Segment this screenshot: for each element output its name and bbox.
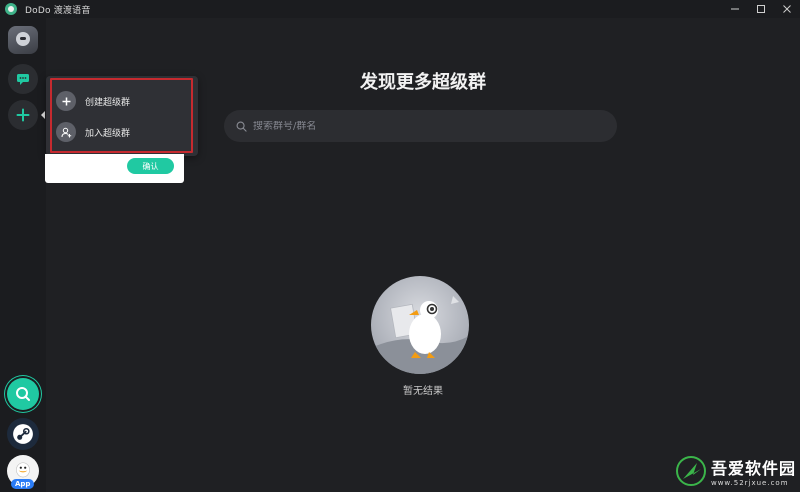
search-icon bbox=[16, 387, 30, 401]
steam-button[interactable] bbox=[7, 418, 39, 450]
watermark-url: www.52rjxue.com bbox=[710, 479, 789, 487]
search-bar[interactable] bbox=[224, 110, 617, 142]
search-input[interactable] bbox=[253, 120, 593, 132]
title-bar: DoDo 渡渡语音 bbox=[0, 0, 800, 18]
steam-icon bbox=[13, 424, 33, 444]
window-title: DoDo 渡渡语音 bbox=[25, 5, 91, 16]
watermark: 吾爱软件园 www.52rjxue.com bbox=[675, 454, 796, 488]
minimize-icon bbox=[731, 8, 739, 10]
minimize-button[interactable] bbox=[722, 0, 748, 18]
add-group-button[interactable] bbox=[8, 100, 38, 130]
close-icon bbox=[783, 5, 791, 13]
avatar-face-icon bbox=[16, 32, 30, 46]
user-avatar[interactable] bbox=[8, 26, 38, 54]
confirm-button[interactable]: 确认 bbox=[127, 158, 174, 174]
app-badge: App bbox=[11, 479, 35, 489]
empty-state-illustration bbox=[371, 276, 469, 374]
watermark-title: 吾爱软件园 bbox=[710, 459, 796, 478]
left-rail: App bbox=[0, 18, 46, 492]
watermark-text: 吾爱软件园 www.52rjxue.com bbox=[711, 455, 796, 487]
goose-reading-icon bbox=[371, 296, 469, 374]
selected-indicator bbox=[41, 111, 45, 119]
app-logo-icon bbox=[5, 3, 17, 15]
messages-button[interactable] bbox=[8, 64, 38, 94]
highlight-box bbox=[50, 78, 193, 153]
empty-state-text: 暂无结果 bbox=[403, 386, 443, 397]
search-icon bbox=[236, 121, 247, 132]
maximize-icon bbox=[757, 5, 765, 13]
watermark-logo-icon bbox=[675, 456, 706, 486]
chat-icon bbox=[17, 74, 29, 85]
app-download-button[interactable]: App bbox=[7, 455, 39, 489]
confirm-panel: 确认 bbox=[45, 154, 184, 183]
discover-button[interactable] bbox=[7, 378, 39, 410]
close-button[interactable] bbox=[774, 0, 800, 18]
window-controls bbox=[722, 0, 800, 18]
plus-icon bbox=[16, 108, 30, 122]
maximize-button[interactable] bbox=[748, 0, 774, 18]
